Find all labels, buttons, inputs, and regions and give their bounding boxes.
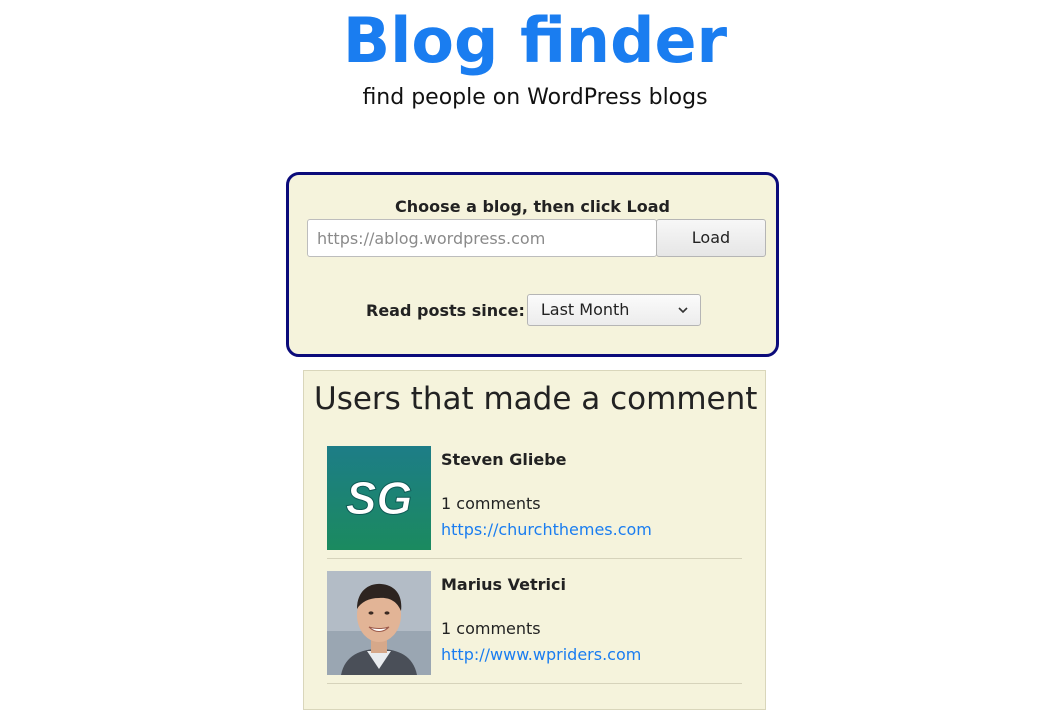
user-name: Steven Gliebe — [441, 450, 567, 469]
blog-url-input[interactable] — [307, 219, 657, 257]
users-heading: Users that made a comment — [314, 381, 758, 417]
read-since-selected-value: Last Month — [540, 300, 630, 319]
page-subtitle: find people on WordPress blogs — [362, 85, 708, 110]
users-panel: Users that made a comment SG Steven Glie… — [303, 370, 766, 710]
read-since-row: Read posts since: Last Month — [366, 293, 701, 327]
sg-logo-avatar: SG — [327, 446, 431, 550]
chevron-down-icon — [678, 307, 688, 314]
chooser-instruction: Choose a blog, then click Load — [395, 197, 670, 216]
user-list-item: SG Steven Gliebe 1 comments https://chur… — [327, 446, 742, 559]
user-comment-count: 1 comments — [441, 619, 541, 638]
blog-chooser-panel: Choose a blog, then click Load Load Read… — [286, 172, 779, 357]
person-photo-avatar — [327, 571, 431, 675]
read-since-label: Read posts since: — [366, 300, 525, 320]
page-title: Blog finder — [342, 4, 728, 77]
user-website-link[interactable]: http://www.wpriders.com — [441, 645, 641, 664]
load-button[interactable]: Load — [656, 219, 766, 257]
user-website-link[interactable]: https://churchthemes.com — [441, 520, 652, 539]
user-list-item: Marius Vetrici 1 comments http://www.wpr… — [327, 571, 742, 684]
user-name: Marius Vetrici — [441, 575, 566, 594]
user-comment-count: 1 comments — [441, 494, 541, 513]
read-since-select[interactable]: Last Month — [526, 294, 701, 326]
avatar-initials: SG — [346, 472, 412, 524]
